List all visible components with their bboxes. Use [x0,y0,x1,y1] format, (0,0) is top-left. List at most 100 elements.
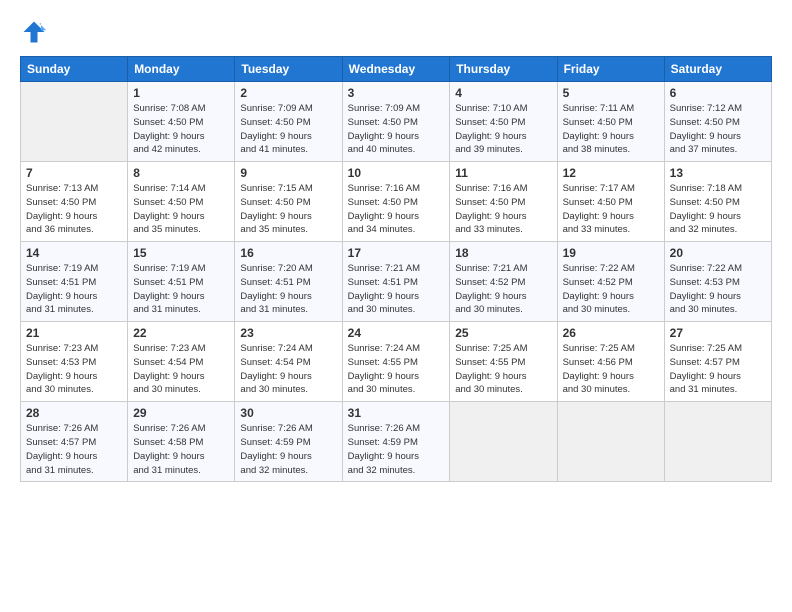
calendar-cell [557,402,664,482]
calendar-cell: 17Sunrise: 7:21 AM Sunset: 4:51 PM Dayli… [342,242,450,322]
day-info: Sunrise: 7:23 AM Sunset: 4:54 PM Dayligh… [133,342,229,397]
day-info: Sunrise: 7:26 AM Sunset: 4:57 PM Dayligh… [26,422,122,477]
calendar-cell: 16 Sunrise: 7:20 AM Sunset: 4:51 PM Dayli… [235,242,342,322]
day-info: Sunrise: 7:24 AM Sunset: 4:54 PM Dayligh… [240,342,336,397]
calendar-cell: 11 Sunrise: 7:16 AM Sunset: 4:50 PM Dayli… [450,162,557,242]
day-number: 14 [26,246,122,260]
day-number: 22 [133,326,229,340]
calendar-cell: 28 Sunrise: 7:26 AM Sunset: 4:57 PM Dayli… [21,402,128,482]
day-info: Sunrise: 7:21 AM Sunset: 4:51 PM Dayligh… [348,262,445,317]
day-info: Sunrise: 7:25 AM Sunset: 4:55 PM Dayligh… [455,342,551,397]
calendar-cell: 22 Sunrise: 7:23 AM Sunset: 4:54 PM Dayli… [128,322,235,402]
calendar-cell: 21 Sunrise: 7:23 AM Sunset: 4:53 PM Dayli… [21,322,128,402]
day-number: 9 [240,166,336,180]
day-number: 25 [455,326,551,340]
day-info: Sunrise: 7:19 AM Sunset: 4:51 PM Dayligh… [26,262,122,317]
day-number: 13 [670,166,766,180]
day-number: 1 [133,86,229,100]
calendar-cell: 4Sunrise: 7:10 AM Sunset: 4:50 PM Daylig… [450,82,557,162]
day-number: 28 [26,406,122,420]
day-info: Sunrise: 7:12 AM Sunset: 4:50 PM Dayligh… [670,102,766,157]
day-info: Sunrise: 7:26 AM Sunset: 4:59 PM Dayligh… [348,422,445,477]
day-number: 10 [348,166,445,180]
calendar-cell: 2 Sunrise: 7:09 AM Sunset: 4:50 PM Daylig… [235,82,342,162]
day-info: Sunrise: 7:26 AM Sunset: 4:59 PM Dayligh… [240,422,336,477]
calendar-cell: 8 Sunrise: 7:14 AM Sunset: 4:50 PM Daylig… [128,162,235,242]
page: SundayMondayTuesdayWednesdayThursdayFrid… [0,0,792,612]
day-number: 15 [133,246,229,260]
day-info: Sunrise: 7:18 AM Sunset: 4:50 PM Dayligh… [670,182,766,237]
day-info: Sunrise: 7:21 AM Sunset: 4:52 PM Dayligh… [455,262,551,317]
calendar-cell: 24Sunrise: 7:24 AM Sunset: 4:55 PM Dayli… [342,322,450,402]
day-info: Sunrise: 7:14 AM Sunset: 4:50 PM Dayligh… [133,182,229,237]
calendar-cell: 25 Sunrise: 7:25 AM Sunset: 4:55 PM Dayli… [450,322,557,402]
calendar-cell: 29 Sunrise: 7:26 AM Sunset: 4:58 PM Dayli… [128,402,235,482]
calendar-cell: 10 Sunrise: 7:16 AM Sunset: 4:50 PM Dayli… [342,162,450,242]
day-number: 2 [240,86,336,100]
calendar-header-tuesday: Tuesday [235,57,342,82]
calendar-cell: 18 Sunrise: 7:21 AM Sunset: 4:52 PM Dayli… [450,242,557,322]
day-info: Sunrise: 7:25 AM Sunset: 4:57 PM Dayligh… [670,342,766,397]
day-number: 21 [26,326,122,340]
calendar-cell: 7 Sunrise: 7:13 AM Sunset: 4:50 PM Daylig… [21,162,128,242]
day-info: Sunrise: 7:13 AM Sunset: 4:50 PM Dayligh… [26,182,122,237]
calendar-header-wednesday: Wednesday [342,57,450,82]
day-info: Sunrise: 7:11 AM Sunset: 4:50 PM Dayligh… [563,102,659,157]
day-info: Sunrise: 7:17 AM Sunset: 4:50 PM Dayligh… [563,182,659,237]
calendar-cell: 1 Sunrise: 7:08 AM Sunset: 4:50 PM Daylig… [128,82,235,162]
day-info: Sunrise: 7:20 AM Sunset: 4:51 PM Dayligh… [240,262,336,317]
calendar-cell: 14 Sunrise: 7:19 AM Sunset: 4:51 PM Dayli… [21,242,128,322]
day-info: Sunrise: 7:25 AM Sunset: 4:56 PM Dayligh… [563,342,659,397]
header [20,18,772,46]
calendar-cell: 6Sunrise: 7:12 AM Sunset: 4:50 PM Daylig… [664,82,771,162]
calendar-cell: 19 Sunrise: 7:22 AM Sunset: 4:52 PM Dayli… [557,242,664,322]
calendar-week-row: 14 Sunrise: 7:19 AM Sunset: 4:51 PM Dayli… [21,242,772,322]
calendar-cell: 27 Sunrise: 7:25 AM Sunset: 4:57 PM Dayli… [664,322,771,402]
day-info: Sunrise: 7:22 AM Sunset: 4:52 PM Dayligh… [563,262,659,317]
day-number: 27 [670,326,766,340]
day-number: 12 [563,166,659,180]
calendar-cell: 5Sunrise: 7:11 AM Sunset: 4:50 PM Daylig… [557,82,664,162]
calendar-cell: 26 Sunrise: 7:25 AM Sunset: 4:56 PM Dayli… [557,322,664,402]
day-number: 29 [133,406,229,420]
day-info: Sunrise: 7:10 AM Sunset: 4:50 PM Dayligh… [455,102,551,157]
day-info: Sunrise: 7:16 AM Sunset: 4:50 PM Dayligh… [348,182,445,237]
calendar-cell: 9 Sunrise: 7:15 AM Sunset: 4:50 PM Daylig… [235,162,342,242]
day-number: 26 [563,326,659,340]
day-number: 11 [455,166,551,180]
day-info: Sunrise: 7:26 AM Sunset: 4:58 PM Dayligh… [133,422,229,477]
calendar-cell: 13 Sunrise: 7:18 AM Sunset: 4:50 PM Dayli… [664,162,771,242]
day-info: Sunrise: 7:15 AM Sunset: 4:50 PM Dayligh… [240,182,336,237]
calendar-header-saturday: Saturday [664,57,771,82]
day-info: Sunrise: 7:23 AM Sunset: 4:53 PM Dayligh… [26,342,122,397]
day-number: 8 [133,166,229,180]
day-number: 20 [670,246,766,260]
calendar-header-sunday: Sunday [21,57,128,82]
calendar-week-row: 7 Sunrise: 7:13 AM Sunset: 4:50 PM Daylig… [21,162,772,242]
calendar-week-row: 1 Sunrise: 7:08 AM Sunset: 4:50 PM Daylig… [21,82,772,162]
calendar-cell [450,402,557,482]
calendar-cell: 31 Sunrise: 7:26 AM Sunset: 4:59 PM Dayli… [342,402,450,482]
calendar-week-row: 28 Sunrise: 7:26 AM Sunset: 4:57 PM Dayli… [21,402,772,482]
day-number: 18 [455,246,551,260]
day-number: 19 [563,246,659,260]
day-info: Sunrise: 7:24 AM Sunset: 4:55 PM Dayligh… [348,342,445,397]
calendar-cell: 20Sunrise: 7:22 AM Sunset: 4:53 PM Dayli… [664,242,771,322]
day-info: Sunrise: 7:09 AM Sunset: 4:50 PM Dayligh… [240,102,336,157]
day-number: 31 [348,406,445,420]
day-info: Sunrise: 7:16 AM Sunset: 4:50 PM Dayligh… [455,182,551,237]
calendar-header-row: SundayMondayTuesdayWednesdayThursdayFrid… [21,57,772,82]
calendar-cell: 12 Sunrise: 7:17 AM Sunset: 4:50 PM Dayli… [557,162,664,242]
day-number: 23 [240,326,336,340]
day-info: Sunrise: 7:19 AM Sunset: 4:51 PM Dayligh… [133,262,229,317]
calendar: SundayMondayTuesdayWednesdayThursdayFrid… [20,56,772,482]
calendar-header-friday: Friday [557,57,664,82]
day-number: 7 [26,166,122,180]
calendar-week-row: 21 Sunrise: 7:23 AM Sunset: 4:53 PM Dayli… [21,322,772,402]
calendar-header-thursday: Thursday [450,57,557,82]
day-info: Sunrise: 7:08 AM Sunset: 4:50 PM Dayligh… [133,102,229,157]
day-number: 3 [348,86,445,100]
calendar-cell: 23 Sunrise: 7:24 AM Sunset: 4:54 PM Dayli… [235,322,342,402]
logo-icon [20,18,48,46]
day-number: 16 [240,246,336,260]
